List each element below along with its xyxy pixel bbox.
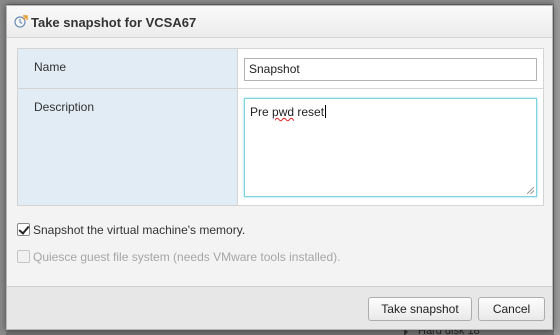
misspelled-word: pwd [272, 105, 295, 119]
description-text-part: Pre [250, 105, 273, 119]
take-snapshot-button[interactable]: Take snapshot [368, 297, 472, 321]
description-label: Description [34, 100, 95, 114]
quiesce-checkbox-label: Quiesce guest file system (needs VMware … [33, 250, 341, 264]
name-input[interactable]: Snapshot [244, 58, 537, 81]
description-row: Description Pre pwd reset [18, 89, 543, 205]
dialog-title: Take snapshot for VCSA67 [31, 15, 197, 30]
name-row: Name Snapshot [18, 49, 543, 89]
memory-checkbox[interactable] [17, 223, 30, 236]
description-text-part: reset [294, 105, 325, 119]
background-strip [554, 0, 560, 335]
snapshot-form: Name Snapshot Description Pre pwd reset [17, 48, 544, 206]
snapshot-icon [14, 15, 28, 28]
quiesce-checkbox [17, 250, 30, 263]
text-caret [325, 105, 327, 118]
description-label-cell: Description [18, 89, 238, 205]
description-value-cell: Pre pwd reset [238, 89, 543, 205]
dialog-footer: Take snapshot Cancel [7, 286, 552, 329]
background-strip [0, 0, 560, 4]
description-textarea[interactable]: Pre pwd reset [244, 98, 537, 197]
name-value-cell: Snapshot [238, 49, 543, 88]
resize-grip-icon[interactable] [527, 187, 534, 194]
memory-checkbox-label[interactable]: Snapshot the virtual machine's memory. [33, 223, 245, 237]
dialog-titlebar: Take snapshot for VCSA67 [7, 6, 552, 38]
take-snapshot-dialog: Take snapshot for VCSA67 Name Snapshot D… [6, 5, 553, 330]
name-label: Name [34, 60, 67, 74]
name-label-cell: Name [18, 49, 238, 88]
cancel-button[interactable]: Cancel [478, 297, 545, 321]
